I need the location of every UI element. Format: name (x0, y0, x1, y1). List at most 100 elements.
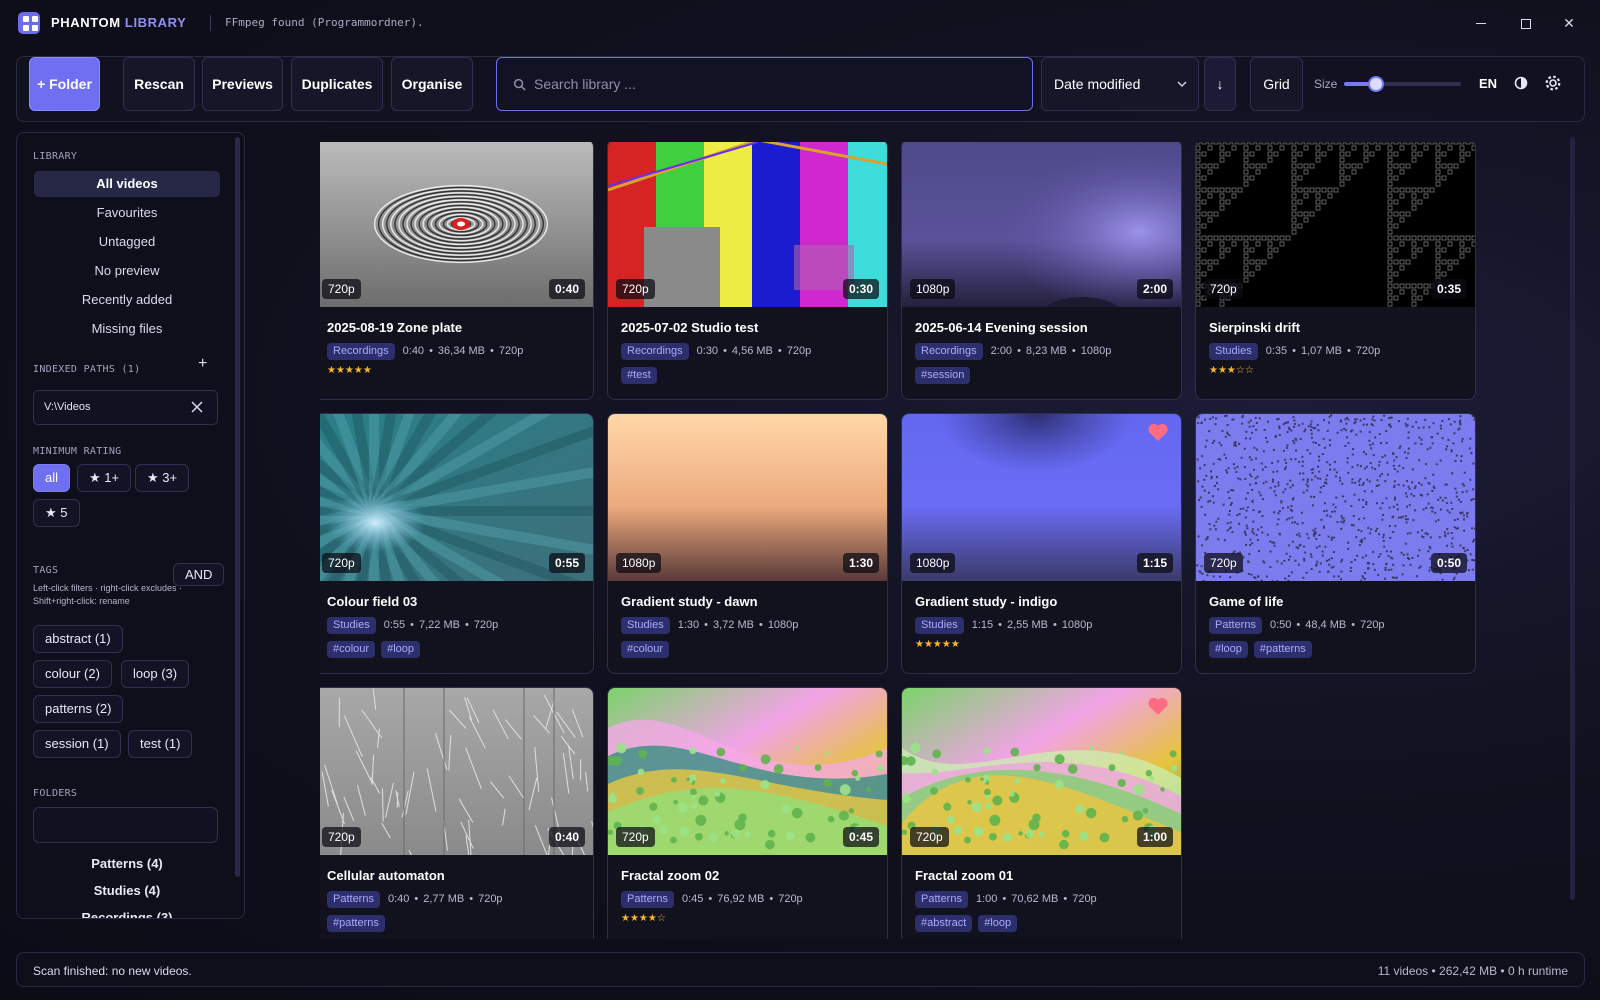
folder-filter-input[interactable] (33, 807, 218, 843)
meta-size: 2,77 MB (423, 893, 465, 905)
video-thumbnail[interactable]: 720p 0:55 (320, 414, 593, 581)
tag-badge[interactable]: #loop (381, 641, 420, 658)
video-card[interactable]: 720p 0:35 Sierpinski drift Studies 0:35 • 1,07… (1195, 142, 1476, 400)
star-rating[interactable]: ★★★★★ (327, 365, 372, 376)
gear-icon[interactable] (1543, 73, 1563, 93)
video-card[interactable]: 720p 0:55 Colour field 03 Studies 0:55 • 7,22 … (320, 413, 594, 674)
sidebar-item-all-videos[interactable]: All videos (34, 171, 220, 197)
category-badge[interactable]: Patterns (1209, 616, 1262, 634)
tag-badge[interactable]: #patterns (1253, 641, 1312, 658)
rating-filter-1plus[interactable]: ★ 1+ (77, 464, 132, 492)
category-badge[interactable]: Studies (621, 616, 670, 634)
rating-filter-all[interactable]: all (33, 464, 71, 492)
rating-filter-5[interactable]: ★ 5 (33, 499, 80, 527)
video-card[interactable]: 1080p 1:15 Gradient study - indigo Studies 1… (901, 413, 1182, 674)
star-rating[interactable]: ★★★★☆ (621, 913, 666, 924)
video-card[interactable]: 1080p 2:00 2025-06-14 Evening session Recor… (901, 142, 1182, 400)
tag-chip[interactable]: loop (3) (121, 660, 190, 688)
sort-direction-button[interactable]: ↓ (1204, 57, 1236, 111)
close-button[interactable]: ✕ (1556, 10, 1582, 36)
category-badge[interactable]: Studies (915, 616, 964, 634)
sidebar-item-untagged[interactable]: Untagged (34, 229, 220, 255)
sidebar-scrollbar[interactable] (235, 137, 240, 877)
contrast-icon[interactable] (1511, 73, 1531, 93)
video-card[interactable]: 720p 0:45 Fractal zoom 02 Patterns 0:45 • 76,9… (607, 687, 888, 939)
category-badge[interactable]: Patterns (915, 890, 968, 908)
sidebar-item-favourites[interactable]: Favourites (34, 200, 220, 226)
favourite-heart-icon[interactable] (1147, 696, 1169, 716)
star-rating[interactable]: ★★★☆☆ (1209, 365, 1254, 376)
rescan-button[interactable]: Rescan (123, 57, 195, 111)
video-thumbnail[interactable]: 720p 0:40 (320, 688, 593, 855)
search-input[interactable]: Search library ... (534, 76, 636, 92)
video-card[interactable]: 720p 0:50 Game of life Patterns 0:50 • 48,4 MB… (1195, 413, 1476, 674)
favourite-heart-icon[interactable] (1147, 422, 1169, 442)
tag-badge[interactable]: #colour (327, 641, 376, 658)
meta-res: 1080p (767, 619, 799, 631)
tag-chip[interactable]: session (1) (33, 730, 121, 758)
grid-scrollbar[interactable] (1570, 137, 1575, 900)
sort-select[interactable]: Date modified (1041, 57, 1199, 111)
meta-size: 8,23 MB (1025, 345, 1067, 357)
tag-badge[interactable]: #abstract (915, 915, 973, 932)
tag-chip[interactable]: abstract (1) (33, 625, 123, 653)
tag-chip[interactable]: test (1) (128, 730, 193, 758)
video-thumbnail[interactable]: 1080p 2:00 (902, 142, 1181, 307)
previews-button[interactable]: Previews (202, 57, 283, 111)
category-badge[interactable]: Studies (327, 616, 376, 634)
folder-item[interactable]: Studies (4) (34, 883, 220, 898)
add-path-button[interactable]: + (198, 355, 207, 373)
resolution-badge: 1080p (910, 279, 956, 299)
sidebar-item-missing-files[interactable]: Missing files (34, 316, 220, 342)
tag-chip[interactable]: patterns (2) (33, 695, 124, 723)
minimize-button[interactable] (1468, 10, 1494, 36)
meta-separator: • (1346, 345, 1351, 357)
organise-button[interactable]: Organise (391, 57, 473, 111)
video-card[interactable]: 720p 0:30 2025-07-02 Studio test Recordings… (607, 142, 888, 400)
category-badge[interactable]: Recordings (915, 342, 983, 360)
video-thumbnail[interactable]: 720p 1:00 (902, 688, 1181, 855)
video-thumbnail[interactable]: 720p 0:45 (608, 688, 887, 855)
video-tags: #session (915, 367, 976, 384)
tag-badge[interactable]: #loop (1209, 641, 1248, 658)
video-thumbnail[interactable]: 720p 0:30 (608, 142, 887, 307)
tag-badge[interactable]: #patterns (327, 915, 385, 932)
size-slider-handle[interactable] (1367, 76, 1384, 92)
app-logo-icon (18, 12, 40, 34)
category-badge[interactable]: Patterns (621, 890, 674, 908)
video-thumbnail[interactable]: 720p 0:50 (1196, 414, 1475, 581)
search-box[interactable]: Search library ... (496, 57, 1033, 111)
video-thumbnail[interactable]: 1080p 1:15 (902, 414, 1181, 581)
folder-item[interactable]: Patterns (4) (34, 856, 220, 871)
tag-badge[interactable]: #session (915, 367, 971, 384)
tag-badge[interactable]: #loop (978, 915, 1018, 932)
add-folder-button[interactable]: + Folder (29, 57, 100, 111)
video-thumbnail[interactable]: 720p 0:35 (1196, 142, 1475, 307)
sidebar: LIBRARY All videos Favourites Untagged No p… (16, 132, 245, 919)
size-slider[interactable] (1344, 76, 1461, 92)
category-badge[interactable]: Recordings (621, 342, 689, 360)
video-card[interactable]: 720p 1:00 Fractal zoom 01 Patterns 1:00 • 70,6… (901, 687, 1182, 939)
video-thumbnail[interactable]: 1080p 1:30 (608, 414, 887, 581)
video-card[interactable]: 720p 0:40 2025-08-19 Zone plate Recordings 0… (320, 142, 594, 400)
tag-chip[interactable]: colour (2) (33, 660, 112, 688)
maximize-button[interactable] (1512, 10, 1538, 36)
meta-res: 1080p (1080, 345, 1112, 357)
tag-badge[interactable]: #colour (621, 641, 670, 658)
category-badge[interactable]: Studies (1209, 342, 1258, 360)
rating-filter-3plus[interactable]: ★ 3+ (135, 464, 190, 492)
category-badge[interactable]: Patterns (327, 890, 380, 908)
star-rating[interactable]: ★★★★★ (915, 639, 960, 650)
video-card[interactable]: 1080p 1:30 Gradient study - dawn Studies 1:3… (607, 413, 888, 674)
video-thumbnail[interactable]: 720p 0:40 (320, 142, 593, 307)
duplicates-button[interactable]: Duplicates (291, 57, 383, 111)
sidebar-item-no-preview[interactable]: No preview (34, 258, 220, 284)
close-icon[interactable] (191, 401, 203, 413)
language-toggle[interactable]: EN (1479, 76, 1497, 91)
view-grid-button[interactable]: Grid (1250, 57, 1303, 111)
category-badge[interactable]: Recordings (327, 342, 395, 360)
video-card[interactable]: 720p 0:40 Cellular automaton Patterns 0:40 • 2… (320, 687, 594, 939)
sidebar-item-recently-added[interactable]: Recently added (34, 287, 220, 313)
folder-item[interactable]: Recordings (3) (34, 910, 220, 918)
tag-badge[interactable]: #test (621, 367, 657, 384)
